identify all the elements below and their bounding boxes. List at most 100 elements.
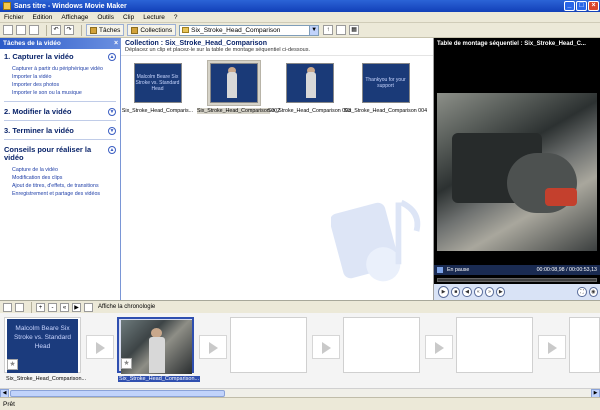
task-section-title[interactable]: 2. Modifier la vidéo ▼ (4, 108, 116, 116)
next-icon[interactable]: ▶ (496, 287, 506, 297)
close-button[interactable]: × (588, 1, 599, 11)
transition-slot[interactable] (538, 335, 566, 359)
menu-bar: Fichier Edition Affichage Outils Clip Le… (0, 12, 600, 23)
transition-slot[interactable] (86, 335, 114, 359)
expand-icon[interactable]: ▼ (108, 127, 116, 135)
menu-clip[interactable]: Clip (123, 14, 134, 21)
status-text: Prêt (3, 400, 15, 408)
task-link[interactable]: Modification des clips (12, 174, 116, 182)
task-link[interactable]: Ajout de titres, d'effets, de transition… (12, 182, 116, 190)
collection-pane: Collection : Six_Stroke_Head_Comparison … (121, 38, 434, 300)
tasks-button[interactable]: Tâches (86, 24, 125, 36)
section-title-text: Conseils pour réaliser la vidéo (4, 145, 92, 162)
storyboard-frame-empty[interactable] (343, 317, 420, 373)
collection-select[interactable]: Six_Stroke_Head_Comparison ▼ (179, 24, 320, 36)
storyboard-frame[interactable]: Malcolm Beare Six Stroke vs. Standard He… (4, 317, 81, 373)
divider (4, 120, 116, 121)
scrollbar-thumb[interactable] (10, 390, 225, 397)
narration-icon[interactable] (15, 302, 24, 312)
menu-edition[interactable]: Edition (33, 14, 53, 21)
open-project-icon[interactable] (16, 25, 26, 35)
menu-outils[interactable]: Outils (97, 14, 114, 21)
clip-item[interactable]: Six_Stroke_Head_Comparison 003 (268, 60, 351, 114)
storyboard-toolbar: + - « ▶ Affiche la chronologie (0, 300, 600, 313)
menu-fichier[interactable]: Fichier (4, 14, 24, 21)
person-figure (305, 72, 316, 98)
show-timeline-label[interactable]: Affiche la chronologie (98, 304, 155, 310)
storyboard-frame-selected[interactable]: ★ (117, 317, 194, 374)
clip-item[interactable]: Malcolm Beare Six Stroke vs. Standard He… (121, 60, 194, 114)
task-links: Capturer à partir du périphérique vidéo … (4, 65, 116, 97)
clip-thumb-frame: Thankyou for your support (359, 60, 413, 106)
zoom-in-icon[interactable]: + (36, 302, 45, 312)
transition-slot[interactable] (199, 335, 227, 359)
section-title-text: 3. Terminer la vidéo (4, 126, 74, 135)
views-icon[interactable]: ▦ (349, 25, 360, 35)
task-section-edit: 2. Modifier la vidéo ▼ (0, 104, 120, 118)
task-link[interactable]: Importer des photos (12, 81, 116, 89)
menu-help[interactable]: ? (174, 14, 178, 21)
clip-thumbnail: Thankyou for your support (361, 63, 410, 103)
collapse-icon[interactable]: ▲ (108, 53, 116, 61)
task-link[interactable]: Capture de la vidéo (12, 166, 116, 174)
effects-icon[interactable] (3, 302, 12, 312)
collection-select-value: Six_Stroke_Head_Comparison (191, 26, 281, 34)
play-icon[interactable]: ▶ (438, 286, 450, 298)
previous-icon[interactable]: ◀ (462, 287, 472, 297)
undo-icon[interactable]: ↶ (51, 25, 61, 35)
storyboard: Malcolm Beare Six Stroke vs. Standard He… (0, 313, 600, 388)
movie-maker-logo-icon (331, 199, 421, 282)
stop-icon[interactable]: ■ (451, 287, 461, 297)
task-link[interactable]: Importer la vidéo (12, 73, 116, 81)
collections-button[interactable]: Collections (127, 24, 177, 36)
up-folder-icon[interactable]: ↑ (323, 25, 334, 35)
folder-icon (182, 27, 190, 33)
effect-star-icon[interactable]: ★ (121, 358, 132, 369)
collection-header: Collection : Six_Stroke_Head_Comparison … (121, 38, 433, 56)
timeline-icon[interactable] (84, 302, 93, 312)
task-pane-title: Tâches de la vidéo (3, 40, 61, 47)
task-links: Capture de la vidéo Modification des cli… (4, 166, 116, 198)
chevron-down-icon[interactable]: ▼ (309, 25, 319, 35)
task-section-title[interactable]: 1. Capturer la vidéo ▲ (4, 53, 116, 61)
new-collection-icon[interactable] (336, 25, 347, 35)
snapshot-icon[interactable]: ◉ (588, 287, 598, 297)
task-link[interactable]: Enregistrement et partage des vidéos (12, 190, 116, 198)
clip-thumbnail (285, 63, 334, 103)
new-project-icon[interactable] (3, 25, 13, 35)
rewind-icon[interactable]: « (473, 287, 483, 297)
collections-label: Collections (140, 26, 173, 34)
seek-bar[interactable] (437, 278, 597, 282)
menu-affichage[interactable]: Affichage (61, 14, 88, 21)
transition-arrow-icon (322, 342, 331, 354)
collapse-icon[interactable]: ▲ (108, 146, 116, 154)
task-section-finish: 3. Terminer la vidéo ▼ (0, 123, 120, 137)
clip-item-selected[interactable]: Six_Stroke_Head_Comparison 002 (197, 60, 280, 114)
storyboard-frame-empty[interactable] (456, 317, 533, 373)
monitor-icon (437, 267, 443, 273)
clip-thumb-frame: Malcolm Beare Six Stroke vs. Standard He… (131, 60, 185, 106)
maximize-button[interactable]: □ (576, 1, 587, 11)
task-link[interactable]: Capturer à partir du périphérique vidéo (12, 65, 116, 73)
menu-lecture[interactable]: Lecture (143, 14, 165, 21)
save-project-icon[interactable] (29, 25, 39, 35)
transition-slot[interactable] (425, 335, 453, 359)
rewind-storyboard-icon[interactable]: « (60, 302, 69, 312)
minimize-button[interactable]: _ (564, 1, 575, 11)
redo-icon[interactable]: ↷ (64, 25, 74, 35)
effect-star-icon[interactable]: ★ (7, 359, 18, 370)
zoom-out-icon[interactable]: - (48, 302, 57, 312)
forward-icon[interactable]: » (484, 287, 495, 297)
close-icon[interactable]: × (112, 40, 120, 48)
storyboard-scrollbar[interactable]: ◀ ▶ (0, 388, 600, 398)
storyboard-frame-empty[interactable] (569, 317, 600, 373)
fullscreen-icon[interactable]: ⛶ (577, 287, 587, 297)
storyboard-frame-empty[interactable] (230, 317, 307, 373)
play-storyboard-icon[interactable]: ▶ (72, 302, 81, 312)
task-section-title[interactable]: 3. Terminer la vidéo ▼ (4, 127, 116, 135)
task-link[interactable]: Importer le son ou la musique (12, 89, 116, 97)
expand-icon[interactable]: ▼ (108, 108, 116, 116)
transition-slot[interactable] (312, 335, 340, 359)
clip-item[interactable]: Thankyou for your support Six_Stroke_Hea… (344, 60, 427, 114)
task-section-title[interactable]: Conseils pour réaliser la vidéo ▲ (4, 146, 116, 162)
